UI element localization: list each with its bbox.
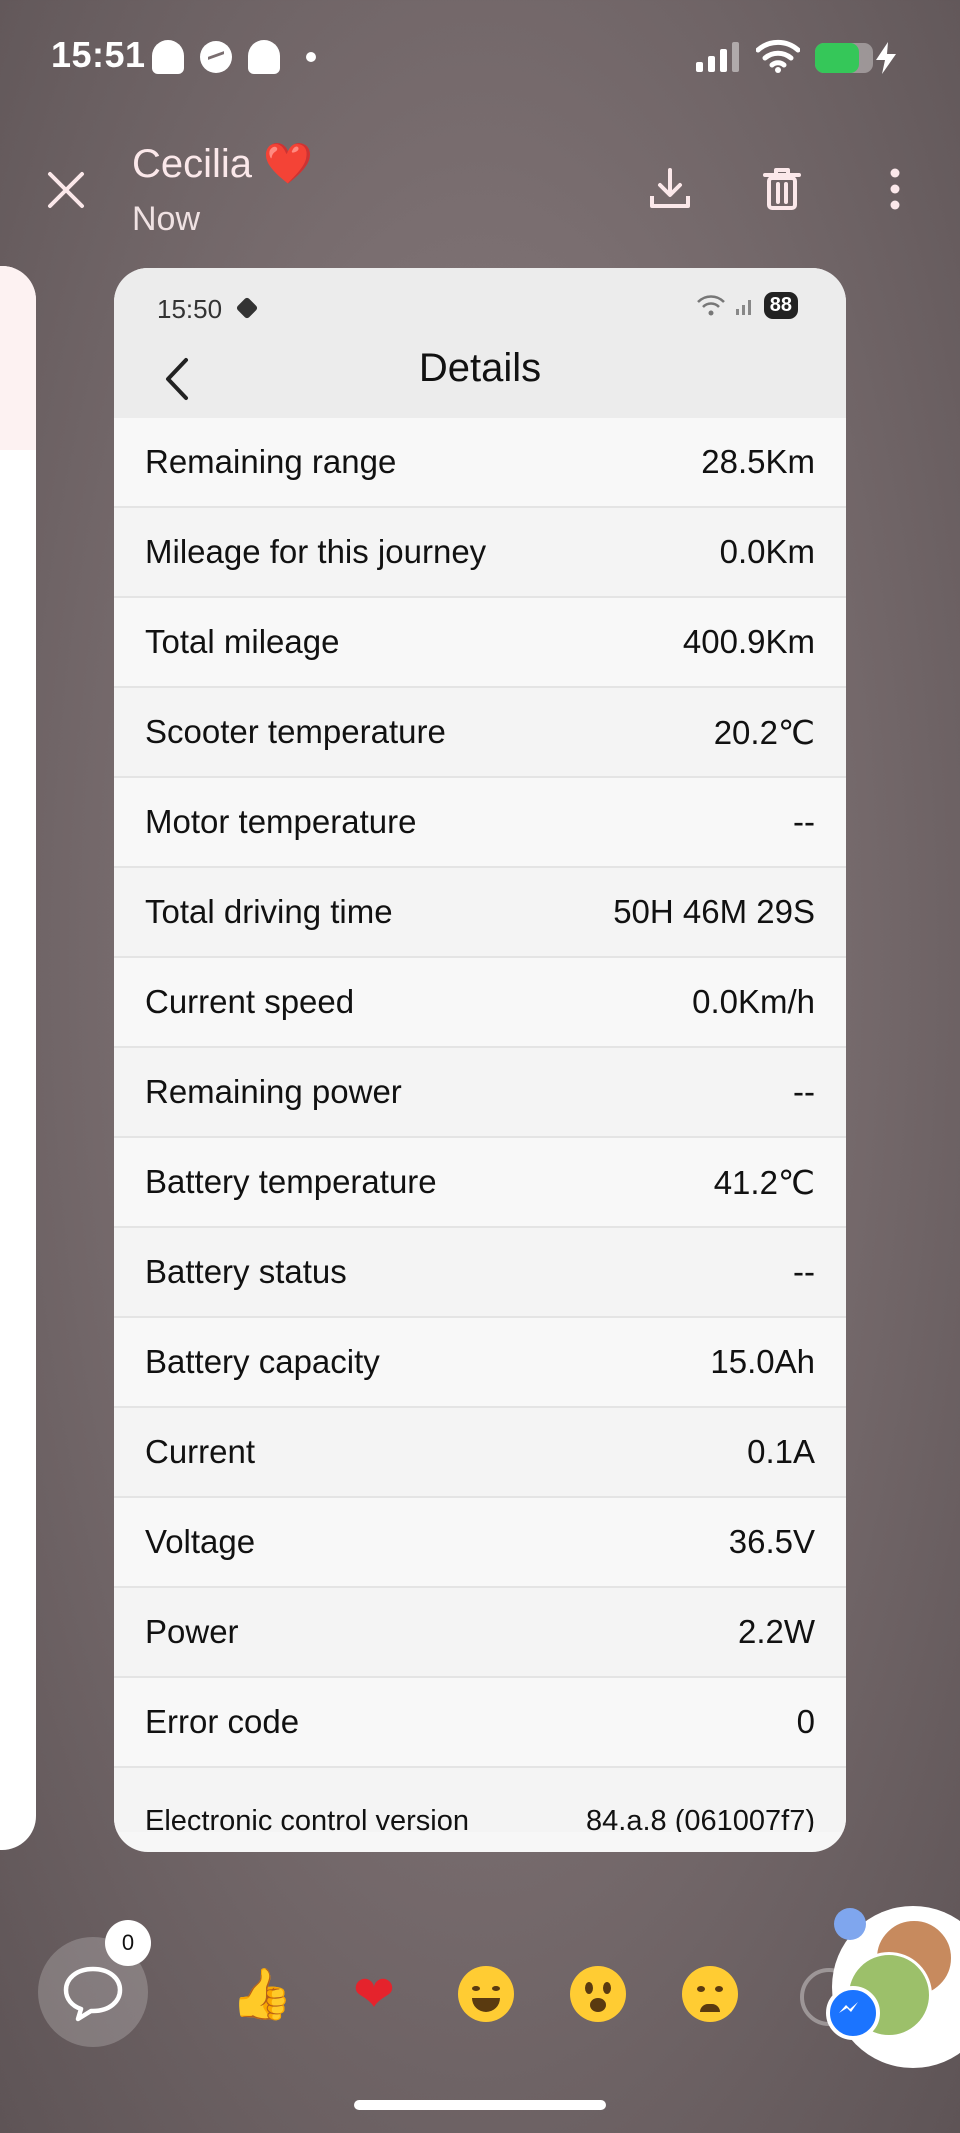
more-options-icon[interactable] xyxy=(870,164,920,214)
detail-row-battery-capacity: Battery capacity 15.0Ah xyxy=(114,1318,846,1408)
row-value: 2.2W xyxy=(737,1613,815,1650)
row-value: -- xyxy=(793,803,815,840)
row-label: Remaining range xyxy=(145,443,397,480)
detail-row-journey-mileage: Mileage for this journey 0.0Km xyxy=(114,508,846,598)
screenshot-battery: 88 xyxy=(763,292,798,319)
row-value: 20.2℃ xyxy=(713,713,815,751)
crying-reaction-icon[interactable] xyxy=(676,1960,744,2028)
notification-icons xyxy=(152,40,316,74)
previous-media-card[interactable] xyxy=(0,266,36,1850)
tears-of-joy-reaction-icon[interactable] xyxy=(452,1960,520,2028)
detail-row-total-mileage: Total mileage 400.9Km xyxy=(114,598,846,688)
detail-row-current: Current 0.1A xyxy=(114,1408,846,1498)
battery-icon xyxy=(815,43,873,73)
detail-row-motor-temperature: Motor temperature -- xyxy=(114,778,846,868)
status-bar: 15:51 xyxy=(0,0,960,120)
thumbs-up-reaction-icon[interactable]: 👍 xyxy=(228,1960,296,2028)
row-value: 41.2℃ xyxy=(713,1163,815,1201)
row-label: Remaining power xyxy=(145,1073,402,1110)
detail-row-remaining-power: Remaining power -- xyxy=(114,1048,846,1138)
row-value: 0.1A xyxy=(747,1433,815,1470)
reply-count-badge: 0 xyxy=(105,1920,151,1966)
row-label: Power xyxy=(145,1613,239,1650)
snapchat-icon xyxy=(152,40,184,74)
row-value: 0.0Km xyxy=(719,533,815,570)
details-list: Remaining range 28.5Km Mileage for this j… xyxy=(114,418,846,1832)
detail-row-remaining-range: Remaining range 28.5Km xyxy=(114,418,846,508)
row-label: Battery capacity xyxy=(145,1343,380,1380)
row-value: 0 xyxy=(796,1703,815,1740)
row-value: -- xyxy=(793,1073,815,1110)
row-label: Battery temperature xyxy=(145,1163,437,1200)
row-label: Error code xyxy=(145,1703,300,1740)
detail-row-control-version: Electronic control version 84.a.8 (061007… xyxy=(114,1768,846,1832)
row-label: Motor temperature xyxy=(145,803,417,840)
home-indicator[interactable] xyxy=(354,2100,606,2110)
row-value: 28.5Km xyxy=(701,443,815,480)
snapchat-icon-2 xyxy=(248,40,280,74)
detail-row-driving-time: Total driving time 50H 46M 29S xyxy=(114,868,846,958)
heart-reaction-icon[interactable]: ❤ xyxy=(340,1960,408,2028)
row-value: -- xyxy=(793,1253,815,1290)
message-timestamp: Now xyxy=(132,200,201,238)
screenshot-time: 15:50 xyxy=(157,294,223,324)
location-icon xyxy=(235,296,259,320)
detail-row-error-code: Error code 0 xyxy=(114,1678,846,1768)
sender-name-text: Cecilia xyxy=(132,142,253,186)
screenshot-status-icons: 88 xyxy=(696,292,798,319)
row-label: Battery status xyxy=(145,1253,347,1290)
more-notifications-dot-icon xyxy=(306,52,316,62)
detail-row-power: Power 2.2W xyxy=(114,1588,846,1678)
messenger-icon xyxy=(200,41,232,73)
details-title: Details xyxy=(418,346,542,390)
online-dot-icon xyxy=(834,1908,866,1940)
row-label: Voltage xyxy=(145,1523,256,1560)
detail-row-voltage: Voltage 36.5V xyxy=(114,1498,846,1588)
detail-row-current-speed: Current speed 0.0Km/h xyxy=(114,958,846,1048)
row-value: 84.a.8 (061007f7) xyxy=(586,1805,815,1832)
shared-screenshot: 15:50 88 Details Remaining range 28.5Km M… xyxy=(114,268,846,1852)
detail-row-scooter-temperature: Scooter temperature 20.2℃ xyxy=(114,688,846,778)
row-value: 0.0Km/h xyxy=(692,983,815,1020)
cellular-signal-icon xyxy=(696,40,739,72)
screenshot-signal-icon xyxy=(735,299,751,315)
row-label: Current speed xyxy=(145,983,355,1020)
screenshot-status-bar: 15:50 88 Details xyxy=(114,268,846,418)
screenshot-wifi-icon xyxy=(696,294,725,315)
charging-bolt-icon xyxy=(876,42,896,74)
row-label: Total mileage xyxy=(145,623,340,660)
trash-icon[interactable] xyxy=(757,164,807,214)
row-label: Electronic control version xyxy=(145,1805,469,1832)
messenger-badge-icon xyxy=(826,1986,880,2040)
detail-row-battery-status: Battery status -- xyxy=(114,1228,846,1318)
detail-row-battery-temperature: Battery temperature 41.2℃ xyxy=(114,1138,846,1228)
reaction-bar: 👍 ❤ xyxy=(228,1960,744,2028)
close-icon[interactable] xyxy=(44,168,88,212)
row-value: 50H 46M 29S xyxy=(613,893,815,930)
status-time: 15:51 xyxy=(51,34,146,75)
row-value: 400.9Km xyxy=(682,623,815,660)
row-label: Current xyxy=(145,1433,256,1470)
row-value: 15.0Ah xyxy=(710,1343,815,1380)
sender-name: Cecilia ❤️ xyxy=(132,140,313,187)
row-label: Total driving time xyxy=(145,893,393,930)
heart-emoji: ❤️ xyxy=(263,142,313,186)
surprised-reaction-icon[interactable] xyxy=(564,1960,632,2028)
row-label: Scooter temperature xyxy=(145,713,446,750)
download-icon[interactable] xyxy=(645,164,695,214)
row-value: 36.5V xyxy=(728,1523,815,1560)
row-label: Mileage for this journey xyxy=(145,533,487,570)
wifi-icon xyxy=(756,39,800,73)
